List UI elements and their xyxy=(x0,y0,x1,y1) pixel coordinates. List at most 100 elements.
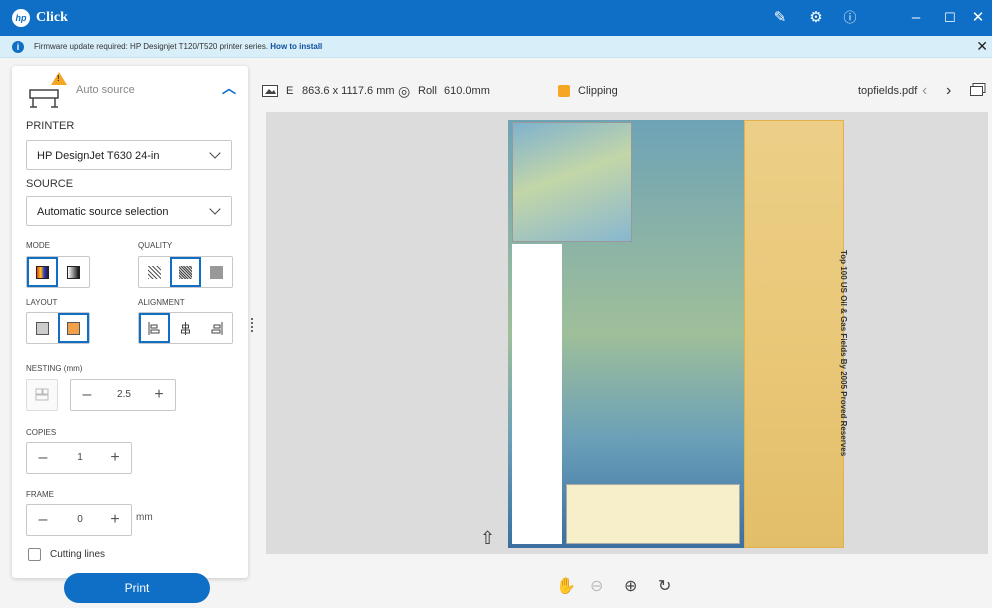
frame-decrement-button[interactable]: – xyxy=(33,510,53,530)
mode-group xyxy=(26,256,90,288)
warning-mark: ! xyxy=(57,74,60,83)
roll-icon: ◎ xyxy=(398,83,411,99)
app-title: Click xyxy=(36,10,68,25)
pages-icon[interactable] xyxy=(970,83,986,97)
how-to-install-link[interactable]: How to install xyxy=(270,42,322,51)
align-center-button[interactable] xyxy=(170,313,201,343)
map-inset xyxy=(512,122,632,242)
align-center-icon xyxy=(181,322,190,335)
prev-page-icon[interactable]: ‹ xyxy=(922,82,927,100)
printer-icon xyxy=(29,89,59,108)
layout-fit-button[interactable] xyxy=(27,313,58,343)
frame-label: FRAME xyxy=(26,490,54,499)
pan-hand-icon[interactable]: ✋ xyxy=(556,576,576,596)
copies-label: COPIES xyxy=(26,428,57,437)
roll-label: Roll xyxy=(418,85,437,97)
nesting-decrement-button[interactable]: – xyxy=(77,385,97,405)
printer-select[interactable]: HP DesignJet T630 24-in xyxy=(26,140,232,170)
quality-best-icon xyxy=(210,266,223,279)
map-data-table xyxy=(566,484,740,544)
layout-fill-button[interactable] xyxy=(58,313,89,343)
source-select[interactable]: Automatic source selection xyxy=(26,196,232,226)
map-title: Top 100 US Oil & Gas Fields By 2005 Prov… xyxy=(839,250,848,457)
map-legend xyxy=(512,244,562,544)
gear-icon[interactable]: ⚙ xyxy=(806,8,826,28)
quality-normal-icon xyxy=(179,266,192,279)
copies-stepper: – 1 + xyxy=(26,442,132,474)
quality-fast-icon xyxy=(148,266,161,279)
nesting-toggle-icon[interactable] xyxy=(26,379,58,411)
frame-unit: mm xyxy=(136,512,153,523)
maximize-button[interactable]: ☐ xyxy=(940,8,960,28)
banner-message: Firmware update required: HP Designjet T… xyxy=(34,42,269,51)
source-label: SOURCE xyxy=(26,178,74,190)
image-size-icon xyxy=(262,85,278,97)
frame-value[interactable]: 0 xyxy=(63,514,97,525)
nesting-value[interactable]: 2.5 xyxy=(107,389,141,400)
paper-size: 863.6 x 1117.6 mm xyxy=(302,85,395,97)
preview-toolbar: E 863.6 x 1117.6 mm ◎ Roll 610.0mm Clipp… xyxy=(258,80,992,104)
minimize-button[interactable]: – xyxy=(906,8,926,28)
nesting-label: NESTING (mm) xyxy=(26,364,83,373)
roll-width: 610.0mm xyxy=(444,85,490,97)
settings-panel: ! Auto source ︿ PRINTER HP DesignJet T63… xyxy=(12,66,248,578)
firmware-banner: i Firmware update required: HP Designjet… xyxy=(0,36,992,58)
quality-label: QUALITY xyxy=(138,241,173,250)
upload-icon[interactable]: ⇧ xyxy=(480,528,495,549)
copies-decrement-button[interactable]: – xyxy=(33,448,53,468)
align-left-button[interactable] xyxy=(139,313,170,343)
collapse-chevron-icon[interactable]: ︿ xyxy=(222,78,236,98)
zoom-in-icon[interactable]: ⊕ xyxy=(624,576,637,596)
banner-close-icon[interactable]: ✕ xyxy=(976,38,988,55)
banner-message-wrap: Firmware update required: HP Designjet T… xyxy=(34,42,322,51)
mode-label: MODE xyxy=(26,241,50,250)
pencil-icon[interactable]: ✎ xyxy=(770,8,790,28)
clipping-overlay xyxy=(744,120,844,548)
printer-label: PRINTER xyxy=(26,120,75,132)
align-right-icon xyxy=(211,322,223,335)
info-icon: i xyxy=(12,41,24,53)
cutting-lines-label: Cutting lines xyxy=(50,549,106,560)
layout-fill-icon xyxy=(67,322,80,335)
source-value: Automatic source selection xyxy=(37,206,169,218)
clipping-label: Clipping xyxy=(578,85,618,97)
frame-stepper: – 0 + xyxy=(26,504,132,536)
source-header: Auto source xyxy=(76,84,135,96)
alignment-group xyxy=(138,312,233,344)
print-button[interactable]: Print xyxy=(64,573,210,603)
printer-value: HP DesignJet T630 24-in xyxy=(37,150,160,162)
color-mode-icon xyxy=(36,266,49,279)
frame-increment-button[interactable]: + xyxy=(105,510,125,530)
help-icon[interactable]: ⓘ xyxy=(840,8,860,28)
copies-value[interactable]: 1 xyxy=(63,452,97,463)
chevron-down-icon xyxy=(209,147,221,159)
align-right-button[interactable] xyxy=(201,313,232,343)
layout-fit-icon xyxy=(36,322,49,335)
quality-fast-button[interactable] xyxy=(139,257,170,287)
nesting-stepper: – 2.5 + xyxy=(70,379,176,411)
rotate-icon[interactable]: ↻ xyxy=(658,576,671,596)
panel-resize-handle[interactable] xyxy=(251,316,257,338)
color-mode-button[interactable] xyxy=(27,257,58,287)
quality-best-button[interactable] xyxy=(201,257,232,287)
title-bar: hp Click ✎ ⚙ ⓘ – ☐ ✕ xyxy=(0,0,992,36)
paper-size-code: E xyxy=(286,85,294,97)
zoom-out-icon[interactable]: ⊖ xyxy=(590,576,603,596)
filename: topfields.pdf xyxy=(858,85,918,97)
close-window-button[interactable]: ✕ xyxy=(968,8,988,28)
nesting-increment-button[interactable]: + xyxy=(149,385,169,405)
quality-group xyxy=(138,256,233,288)
grayscale-mode-icon xyxy=(67,266,80,279)
alignment-label: ALIGNMENT xyxy=(138,298,185,307)
clipping-swatch xyxy=(558,85,570,97)
align-left-icon xyxy=(148,322,160,335)
chevron-down-icon xyxy=(209,203,221,215)
layout-group xyxy=(26,312,90,344)
grayscale-mode-button[interactable] xyxy=(58,257,89,287)
hp-logo-icon: hp xyxy=(12,9,30,27)
cutting-lines-checkbox[interactable] xyxy=(28,548,41,561)
quality-normal-button[interactable] xyxy=(170,257,201,287)
next-page-icon[interactable]: › xyxy=(946,82,951,100)
copies-increment-button[interactable]: + xyxy=(105,448,125,468)
layout-label: LAYOUT xyxy=(26,298,58,307)
